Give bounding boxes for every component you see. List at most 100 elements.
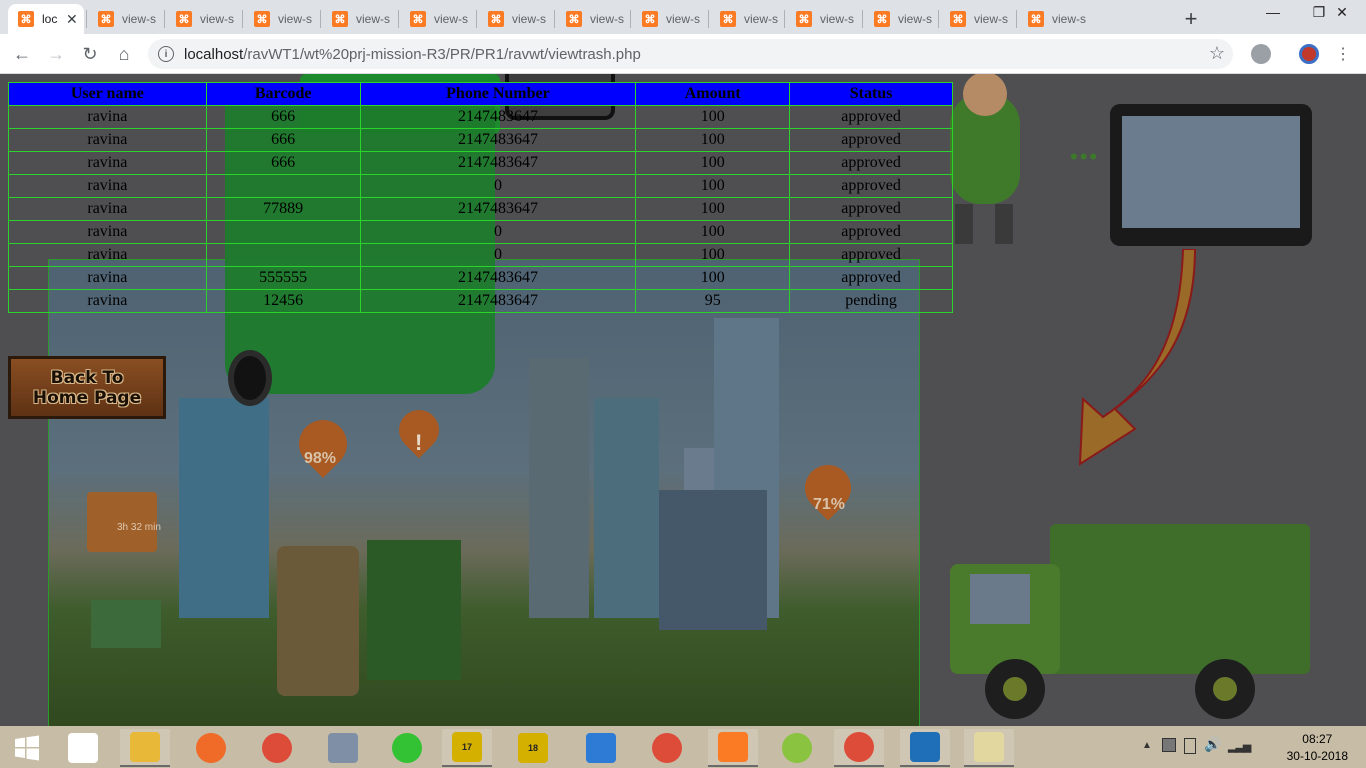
cell-barcode [205, 174, 361, 198]
url-path: /ravWT1/wt%20prj-mission-R3/PR/PR1/ravwt… [243, 45, 641, 63]
file-icon [68, 733, 98, 763]
browser-tab-13[interactable]: ⌘ view-s [1018, 4, 1094, 34]
cell-barcode: 555555 [205, 266, 361, 290]
browser-tab-12[interactable]: ⌘ view-s [940, 4, 1018, 34]
taskbar-app-14[interactable] [964, 729, 1014, 767]
xampp-favicon-icon: ⌘ [720, 11, 736, 27]
browser-tab-3[interactable]: ⌘ view-s [244, 4, 322, 34]
tab-title: view-s [666, 12, 701, 26]
cell-status: approved [789, 220, 953, 244]
extension-icon[interactable] [1251, 44, 1271, 64]
sync-icon [392, 733, 422, 763]
profile-avatar[interactable] [1299, 44, 1319, 64]
cell-status: approved [789, 266, 953, 290]
xampp-favicon-icon: ⌘ [874, 11, 890, 27]
taskbar-app-11[interactable] [772, 729, 822, 767]
trash-can-illustration [277, 546, 359, 696]
minimize-button[interactable]: — [1250, 0, 1296, 24]
taskbar-app-2[interactable] [186, 729, 236, 767]
bookmark-star-icon[interactable]: ☆ [1209, 43, 1225, 64]
cell-barcode: 77889 [205, 197, 361, 221]
cell-phone-number: 0 [359, 243, 637, 267]
taskbar-app-7[interactable]: 18 [508, 729, 558, 767]
taskbar-app-10[interactable] [708, 729, 758, 767]
garbage-truck-illustration [950, 524, 1310, 719]
table-row: ravina 0 100 approved [8, 243, 953, 267]
tab-strip: ⌘ loc ✕ ⌘ view-s ⌘ view-s ⌘ view-s ⌘ view-s ⌘ view-s… [0, 0, 1366, 34]
volume-icon[interactable]: 🔊 [1204, 736, 1221, 753]
tab-title: view-s [512, 12, 547, 26]
browser-tab-11[interactable]: ⌘ view-s [864, 4, 940, 34]
browser-tab-7[interactable]: ⌘ view-s [556, 4, 632, 34]
back-button-line2: Home Page [32, 387, 142, 408]
back-arrow-icon[interactable]: ← [10, 42, 34, 66]
tab-separator [164, 10, 165, 28]
address-bar[interactable]: i localhost/ravWT1/wt%20prj-mission-R3/P… [148, 39, 1233, 69]
taskbar-app-13[interactable] [900, 729, 950, 767]
paint-icon [974, 732, 1004, 762]
cell-barcode: 666 [205, 105, 361, 129]
taskbar-app-8[interactable] [576, 729, 626, 767]
cell-status: approved [789, 197, 953, 221]
taskbar-app-6[interactable]: 17 [442, 729, 492, 767]
xampp-favicon-icon: ⌘ [254, 11, 270, 27]
start-button[interactable] [2, 729, 52, 767]
info-icon[interactable]: i [158, 46, 174, 62]
cell-phone-number: 0 [359, 174, 637, 198]
tab-close-icon[interactable]: ✕ [66, 11, 78, 28]
forward-arrow-icon[interactable]: → [44, 42, 68, 66]
url-text[interactable]: localhost/ravWT1/wt%20prj-mission-R3/PR/… [184, 46, 641, 63]
browser-tab-2[interactable]: ⌘ view-s [166, 4, 244, 34]
table-row: ravina 0 100 approved [8, 220, 953, 244]
taskbar-app-9[interactable] [642, 729, 692, 767]
network-error-icon[interactable] [1162, 738, 1176, 752]
battery-icon[interactable] [1184, 738, 1196, 754]
taskbar-app-0[interactable] [58, 729, 108, 767]
cell-amount: 100 [635, 151, 791, 175]
taskbar-app-12[interactable] [834, 729, 884, 767]
browser-tab-5[interactable]: ⌘ view-s [400, 4, 478, 34]
browser-tab-4[interactable]: ⌘ view-s [322, 4, 400, 34]
new-tab-button[interactable]: + [1180, 6, 1202, 32]
cell-status: pending [789, 289, 953, 313]
timer-label: 3h 32 min [117, 522, 161, 533]
cell-phone-number: 2147483647 [359, 197, 637, 221]
menu-dots-icon[interactable]: ⋮ [1331, 42, 1355, 66]
tab-title: view-s [356, 12, 391, 26]
browser-tab-8[interactable]: ⌘ view-s [632, 4, 710, 34]
browser-tab-6[interactable]: ⌘ view-s [478, 4, 556, 34]
app-green-icon [782, 733, 812, 763]
home-icon[interactable]: ⌂ [112, 42, 136, 66]
table-row: ravina 666 2147483647 100 approved [8, 151, 953, 175]
tray-overflow-icon[interactable]: ▲ [1142, 740, 1152, 751]
clock[interactable]: 08:27 30-10-2018 [1287, 731, 1348, 765]
network-monitor-icon [328, 733, 358, 763]
browser-tab-9[interactable]: ⌘ view-s [710, 4, 786, 34]
xampp-favicon-icon: ⌘ [18, 11, 34, 27]
tab-separator [862, 10, 863, 28]
cell-status: approved [789, 105, 953, 129]
tab-title: view-s [1052, 12, 1087, 26]
header-amount: Amount [635, 82, 791, 106]
taskbar-app-5[interactable] [382, 729, 432, 767]
cell-amount: 100 [635, 128, 791, 152]
browser-tab-0[interactable]: ⌘ loc ✕ [8, 4, 84, 34]
table-row: ravina 0 100 approved [8, 174, 953, 198]
header-status: Status [789, 82, 953, 106]
back-to-home-button[interactable]: Back To Home Page [8, 356, 166, 419]
browser-tab-10[interactable]: ⌘ view-s [786, 4, 864, 34]
taskbar-app-4[interactable] [318, 729, 368, 767]
taskbar-app-3[interactable] [252, 729, 302, 767]
cell-user-name: ravina [8, 266, 207, 290]
xampp-favicon-icon: ⌘ [950, 11, 966, 27]
browser-tab-1[interactable]: ⌘ view-s [88, 4, 166, 34]
cell-user-name: ravina [8, 105, 207, 129]
tablet-map-illustration [1110, 104, 1312, 246]
close-window-button[interactable]: ✕ [1318, 0, 1366, 24]
cell-status: approved [789, 151, 953, 175]
taskbar-app-1[interactable] [120, 729, 170, 767]
cell-amount: 100 [635, 105, 791, 129]
signal-icon[interactable]: ▂▃▅ [1228, 740, 1251, 753]
photos-icon [910, 732, 940, 762]
reload-icon[interactable]: ↻ [78, 42, 102, 66]
